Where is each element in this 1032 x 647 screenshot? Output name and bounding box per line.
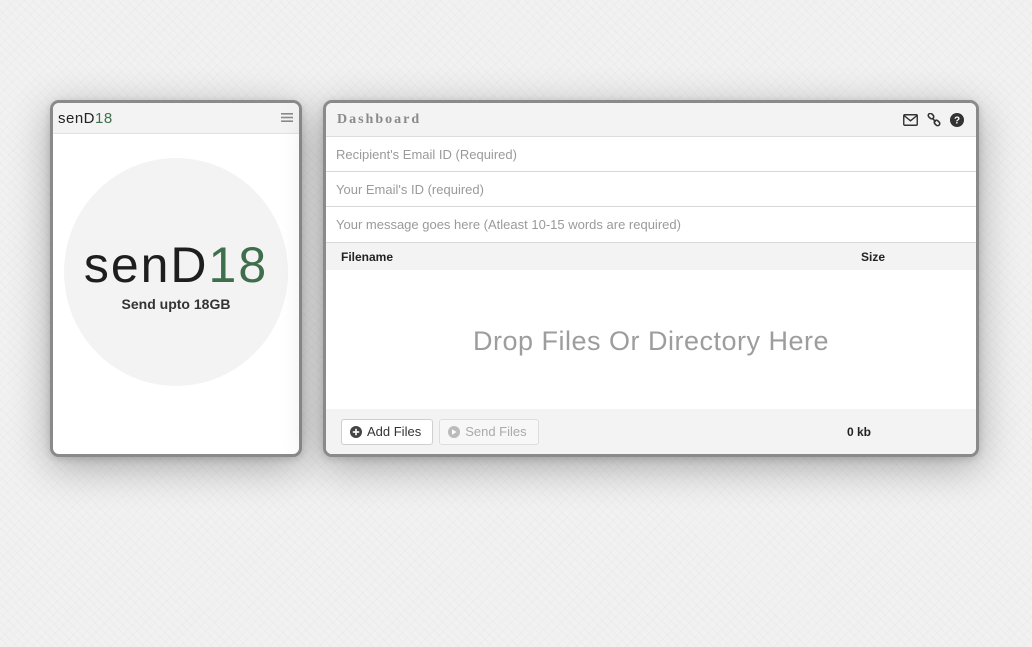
dashboard-footer: Add Files Send Files 0 kb [326, 409, 976, 454]
file-drop-zone[interactable]: Drop Files Or Directory Here [326, 270, 976, 412]
dashboard-panel: Dashboard ? Filename Size Drop Files Or … [323, 100, 979, 457]
add-files-label: Add Files [367, 424, 422, 439]
send-files-label: Send Files [465, 424, 527, 439]
dashboard-icons: ? [903, 112, 964, 127]
hamburger-menu-icon[interactable] [281, 111, 293, 126]
big-logo: senD18 [53, 240, 299, 290]
filename-column-header: Filename [341, 249, 394, 264]
svg-text:?: ? [954, 115, 960, 126]
mail-icon[interactable] [903, 113, 918, 126]
help-icon[interactable]: ? [950, 112, 964, 127]
send-files-button[interactable]: Send Files [439, 418, 539, 445]
message-input[interactable] [326, 207, 976, 242]
sender-email-row [326, 172, 976, 207]
small-logo: senD18 [58, 110, 113, 127]
big-logo-number: 18 [208, 237, 269, 293]
arrow-circle-icon [448, 425, 461, 438]
sender-email-input[interactable] [326, 172, 976, 206]
dashboard-title: Dashboard [337, 111, 422, 127]
add-files-button[interactable]: Add Files [341, 418, 434, 445]
brand-panel-header: senD18 [53, 103, 299, 134]
big-logo-text: senD [83, 237, 209, 293]
small-logo-text: senD [58, 109, 96, 127]
recipient-email-row [326, 137, 976, 172]
recipient-email-input[interactable] [326, 137, 976, 171]
dashboard-header: Dashboard ? [326, 103, 976, 137]
plus-circle-icon [350, 425, 362, 438]
link-icon[interactable] [927, 112, 941, 127]
message-row [326, 207, 976, 242]
total-size: 0 kb [847, 424, 872, 439]
tagline: Send upto 18GB [121, 296, 231, 312]
file-table-header: Filename Size [326, 242, 976, 270]
small-logo-number: 18 [95, 109, 113, 127]
brand-panel: senD18 senD18 Send upto 18GB [50, 100, 302, 457]
size-column-header: Size [861, 249, 886, 264]
